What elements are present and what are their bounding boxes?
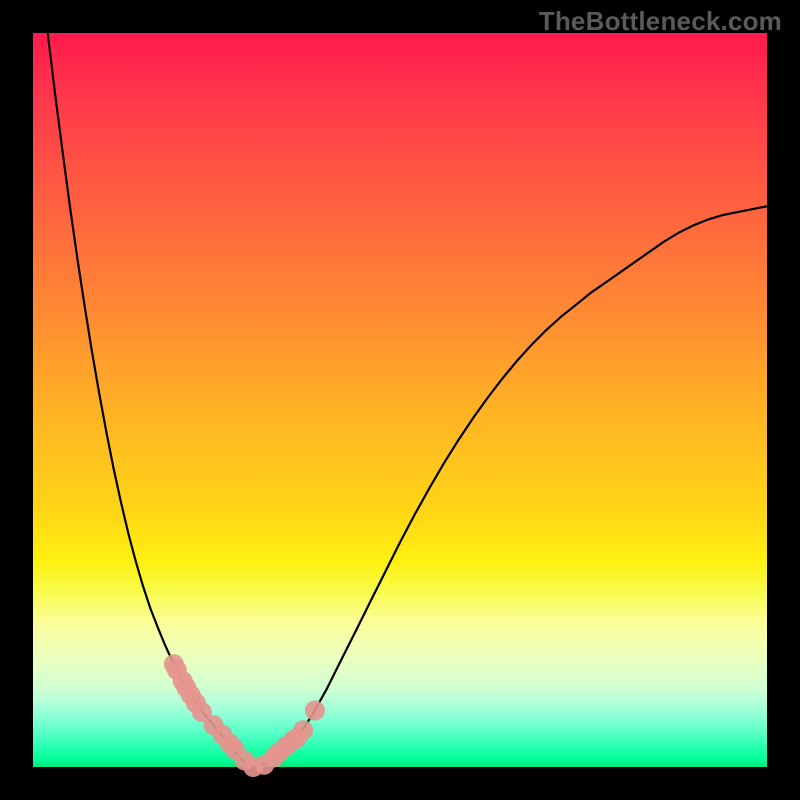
watermark-text: TheBottleneck.com — [539, 6, 782, 37]
chart-svg — [33, 33, 767, 767]
marker-group — [164, 654, 325, 777]
data-point — [305, 701, 325, 721]
data-point — [293, 720, 313, 740]
plot-area — [33, 33, 767, 767]
chart-frame: TheBottleneck.com — [0, 0, 800, 800]
bottleneck-curve — [48, 33, 767, 767]
